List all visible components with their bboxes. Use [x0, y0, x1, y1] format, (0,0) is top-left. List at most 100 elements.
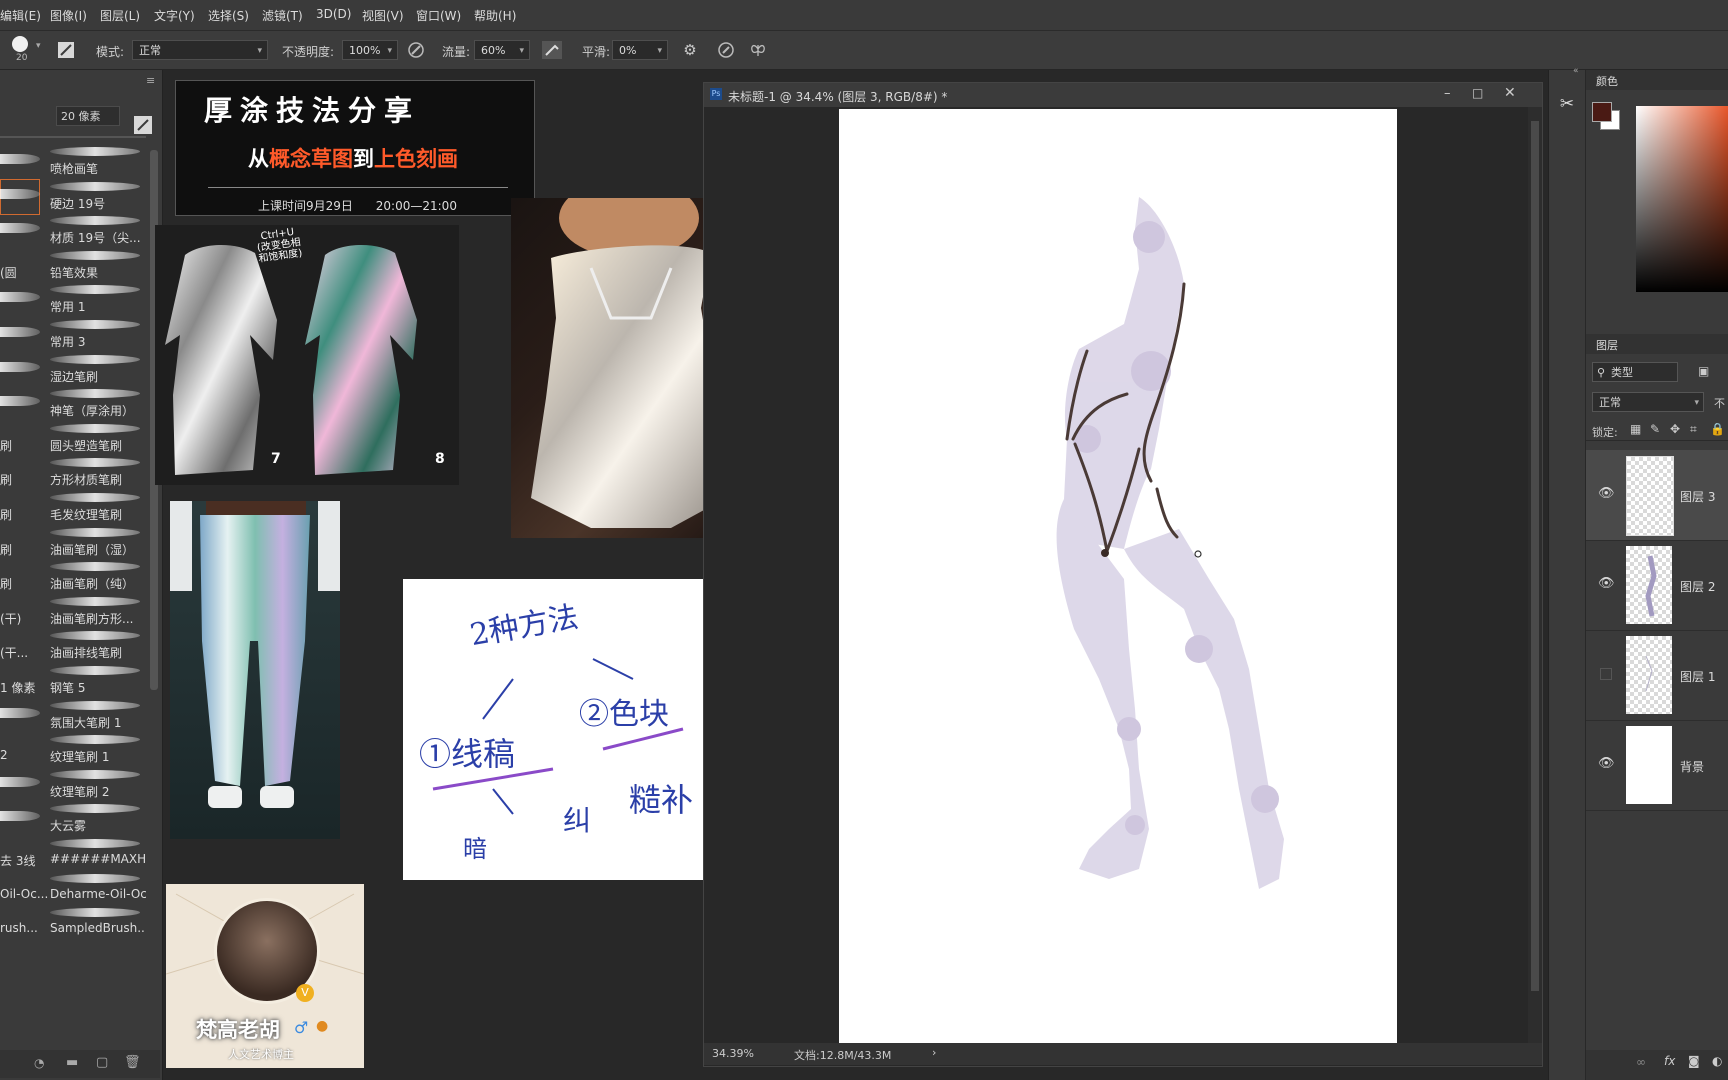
eye-icon[interactable]: 👁 [1598, 486, 1616, 501]
menu-window[interactable]: 窗口(W) [416, 7, 461, 24]
fx-icon[interactable]: fx [1664, 1054, 1675, 1068]
layer-name[interactable]: 图层 1 [1680, 668, 1715, 685]
tab-color[interactable]: 颜色 [1596, 73, 1618, 89]
brush-preset-item[interactable]: 刷 油画笔刷（纯） [0, 559, 150, 595]
blend-mode-select[interactable]: 正常 ▾ [1592, 392, 1704, 412]
layer-row[interactable]: 👁 图层 2 [1586, 540, 1728, 631]
adjustment-layer-icon[interactable]: ◐ [1712, 1054, 1722, 1068]
layer-row[interactable]: 图层 1 [1586, 630, 1728, 721]
color-picker-field[interactable] [1636, 106, 1728, 292]
status-menu-arrow-icon[interactable]: › [932, 1046, 936, 1059]
brush-preset-item[interactable]: (圆 铅笔效果 [0, 248, 150, 284]
new-preset-icon[interactable]: ▢ [96, 1055, 108, 1070]
tab-layers[interactable]: 图层 [1596, 337, 1618, 353]
maximize-icon[interactable]: □ [1472, 86, 1483, 100]
menu-layer[interactable]: 图层(L) [100, 7, 140, 24]
menu-view[interactable]: 视图(V) [362, 7, 404, 24]
layer-name[interactable]: 图层 2 [1680, 578, 1715, 595]
menu-help[interactable]: 帮助(H) [474, 7, 516, 24]
document-title-bar[interactable]: Ps 未标题-1 @ 34.4% (图层 3, RGB/8#) * – □ ✕ [704, 83, 1542, 107]
brush-preset-item[interactable]: Oil-Oc...Deharme-Oil-Oc... [0, 871, 150, 907]
pressure-opacity-icon[interactable] [406, 41, 426, 59]
note-method-2: ②色块 [579, 697, 669, 732]
menu-3d[interactable]: 3D(D) [316, 7, 351, 21]
layer-name[interactable]: 背景 [1680, 758, 1704, 775]
layer-row[interactable]: 👁 背景 [1586, 720, 1728, 811]
brush-preset-item[interactable]: (干) 油画笔刷方形... [0, 594, 150, 630]
menu-image[interactable]: 图像(I) [50, 7, 87, 24]
brush-preset-item[interactable]: 刷 油画笔刷（湿） [0, 525, 150, 561]
chevron-down-icon[interactable]: ▾ [36, 41, 41, 51]
brush-stroke-preview [50, 389, 140, 399]
brush-preset-item[interactable]: 喷枪画笔 [0, 144, 150, 180]
brush-preset-item[interactable]: 氛围大笔刷 1 [0, 698, 150, 734]
layer-name[interactable]: 图层 3 [1680, 488, 1715, 505]
brush-preset-item[interactable]: 常用 1 [0, 282, 150, 318]
brush-preset-item[interactable]: 常用 3 [0, 317, 150, 353]
new-brush-icon[interactable] [134, 116, 152, 134]
scrollbar-thumb[interactable] [1531, 121, 1539, 991]
mode-select[interactable]: 正常 ▾ [132, 40, 268, 60]
panel-menu-icon[interactable]: ≡ [146, 74, 155, 87]
brush-preset-item[interactable]: 2 纹理笔刷 1 [0, 732, 150, 768]
lock-paint-icon[interactable]: ✎ [1650, 422, 1660, 436]
brush-preset-item[interactable]: 刷 毛发纹理笔刷 [0, 490, 150, 526]
holographic-pants-reference-image [170, 501, 340, 839]
chevron-down-icon: ▾ [1694, 398, 1699, 408]
brush-preset-item[interactable]: rush... SampledBrush... [0, 905, 150, 941]
brush-preset-item[interactable]: 纹理笔刷 2 [0, 767, 150, 803]
vertical-scrollbar[interactable] [1528, 107, 1542, 1043]
brush-preset-item[interactable]: 神笔（厚涂用） [0, 386, 150, 422]
brush-settings-icon[interactable] [56, 41, 76, 59]
brush-preset-item[interactable]: 刷 圆头塑造笔刷 [0, 421, 150, 457]
airbrush-icon[interactable] [542, 41, 562, 59]
eye-hidden-icon[interactable] [1600, 668, 1612, 680]
opacity-input[interactable]: 100% ▾ [342, 40, 398, 60]
canvas[interactable] [839, 109, 1397, 1045]
smoothing-input[interactable]: 0% ▾ [612, 40, 668, 60]
document-title: 未标题-1 @ 34.4% (图层 3, RGB/8#) * [728, 90, 948, 104]
eye-icon[interactable]: 👁 [1598, 756, 1616, 771]
menu-edit[interactable]: 编辑(E) [0, 7, 41, 24]
layer-filter-select[interactable]: ⚲ 类型 [1592, 362, 1678, 382]
layer-row[interactable]: 👁 图层 3 [1586, 450, 1728, 541]
brush-preset-label-truncated: 1 像素 [0, 681, 36, 695]
minimize-icon[interactable]: – [1444, 86, 1451, 101]
menu-select[interactable]: 选择(S) [208, 7, 249, 24]
gear-icon[interactable]: ⚙ [680, 41, 700, 59]
brush-stroke-preview [0, 292, 40, 303]
tool-presets-icon[interactable]: ✂ [1555, 92, 1579, 116]
add-mask-icon[interactable]: ◙ [1688, 1054, 1700, 1068]
eye-icon[interactable]: 👁 [1598, 576, 1616, 591]
brush-preset-item[interactable]: 大云雾 [0, 801, 150, 837]
lock-position-icon[interactable]: ✥ [1670, 422, 1680, 436]
brush-preset-item[interactable]: 湿边笔刷 [0, 352, 150, 388]
pressure-size-icon[interactable] [716, 41, 736, 59]
close-icon[interactable]: ✕ [1504, 85, 1516, 101]
flow-input[interactable]: 60% ▾ [474, 40, 530, 60]
brush-preset-item[interactable]: 刷 方形材质笔刷 [0, 455, 150, 491]
brush-stroke-preview [0, 811, 40, 822]
brush-preset-item[interactable]: 材质 19号（尖... [0, 213, 150, 249]
brush-size-field[interactable]: 20 像素 [56, 106, 120, 126]
link-layers-icon[interactable]: ∞ [1636, 1055, 1646, 1069]
brush-preset-item[interactable]: 去 3线 ######MAXH... [0, 836, 150, 872]
foreground-color-swatch[interactable] [1592, 102, 1612, 122]
menu-filter[interactable]: 滤镜(T) [262, 7, 303, 24]
brush-preset-item[interactable]: 硬边 19号 [0, 178, 140, 215]
toggle-visibility-icon[interactable]: ◔ [34, 1056, 44, 1070]
symmetry-butterfly-icon[interactable] [748, 41, 768, 59]
filter-image-layers-icon[interactable]: ▣ [1698, 364, 1709, 378]
zoom-level[interactable]: 34.39% [712, 1047, 754, 1060]
opacity-label: 不透明度: [282, 45, 335, 59]
lock-transparent-icon[interactable]: ▦ [1630, 422, 1641, 436]
lock-all-icon[interactable]: 🔒 [1710, 422, 1725, 436]
folder-icon[interactable]: ▬ [66, 1055, 78, 1070]
brush-preset-picker[interactable] [12, 36, 28, 52]
trash-icon[interactable]: 🗑 [124, 1055, 141, 1070]
menu-type[interactable]: 文字(Y) [154, 7, 195, 24]
collapse-panels-icon[interactable]: « [1573, 66, 1579, 76]
brush-preset-item[interactable]: 1 像素 钢笔 5 [0, 663, 150, 699]
brush-preset-item[interactable]: (干... 油画排线笔刷 [0, 628, 150, 664]
lock-artboard-icon[interactable]: ⌗ [1690, 422, 1697, 437]
